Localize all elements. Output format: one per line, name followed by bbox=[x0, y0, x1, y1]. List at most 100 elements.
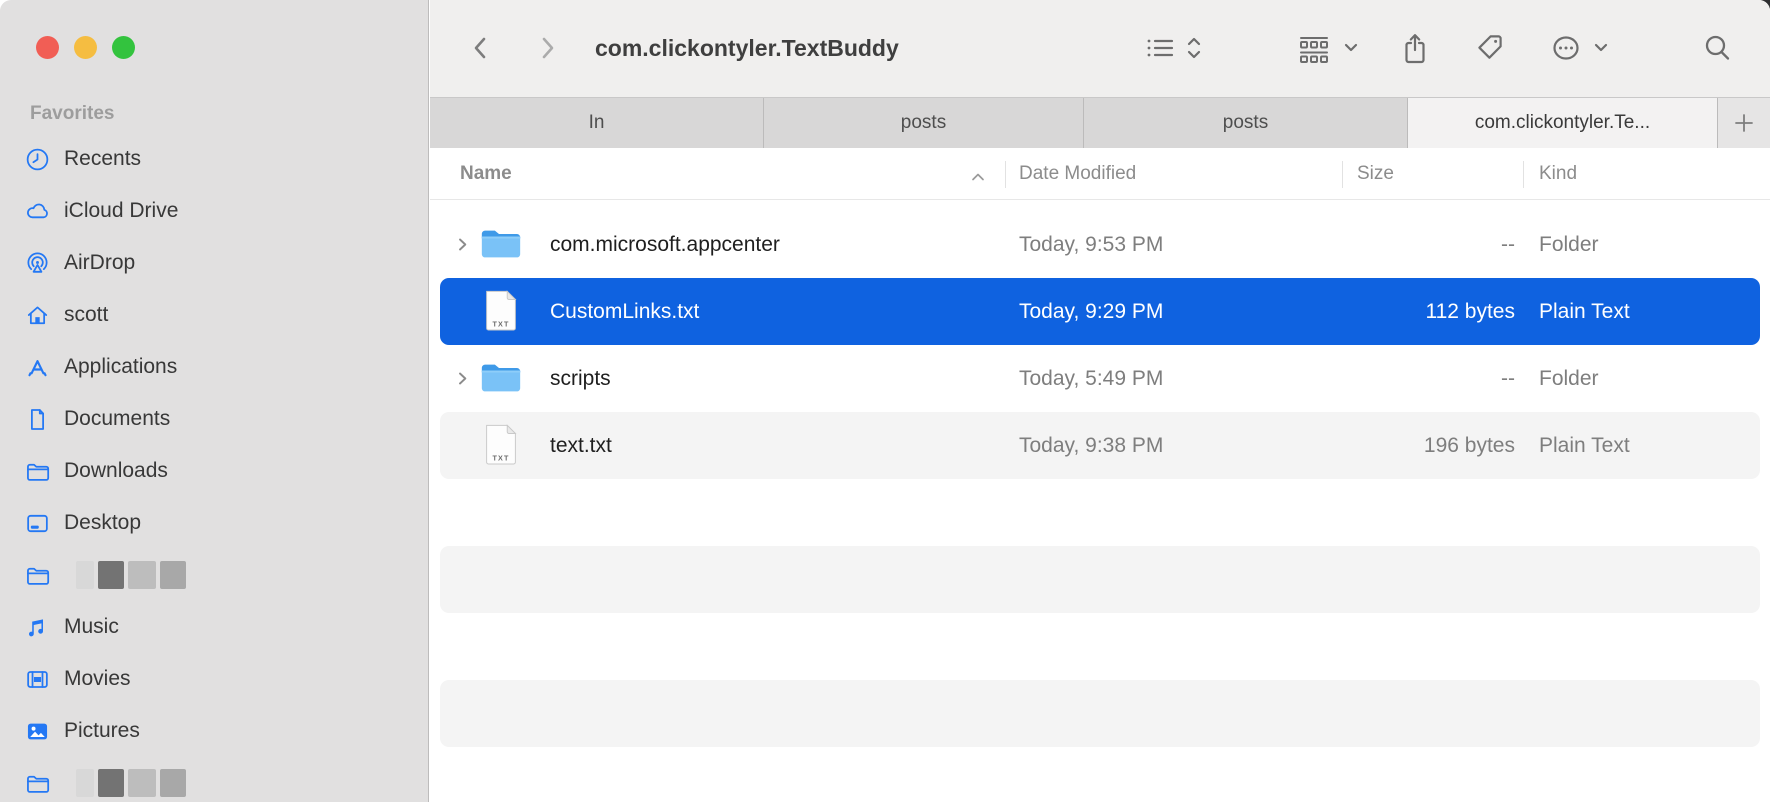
column-divider[interactable] bbox=[1005, 161, 1006, 188]
back-button[interactable] bbox=[464, 31, 498, 65]
column-size[interactable]: Size bbox=[1357, 148, 1394, 200]
minimize-button[interactable] bbox=[74, 36, 97, 59]
folder-outline-icon bbox=[22, 562, 52, 588]
close-button[interactable] bbox=[36, 36, 59, 59]
disclosure-chevron-icon[interactable] bbox=[454, 345, 472, 412]
folder-outline-icon bbox=[22, 458, 52, 484]
share-button[interactable] bbox=[1398, 31, 1432, 67]
column-name[interactable]: Name bbox=[460, 148, 512, 200]
sidebar-item-label: Recents bbox=[64, 147, 142, 170]
share-icon bbox=[1405, 34, 1425, 64]
sidebar-item[interactable]: Music bbox=[14, 601, 418, 653]
empty-row bbox=[440, 479, 1760, 546]
music-icon bbox=[22, 614, 52, 640]
tab-label: posts bbox=[900, 112, 947, 133]
group-by-button[interactable] bbox=[1294, 31, 1360, 65]
tab-bar: In posts posts com.clickontyler.Te... bbox=[430, 97, 1770, 148]
file-name: text.txt bbox=[550, 434, 612, 457]
sidebar-item[interactable]: Movies bbox=[14, 653, 418, 705]
column-kind[interactable]: Kind bbox=[1539, 148, 1577, 200]
back-icon bbox=[474, 37, 486, 59]
tab[interactable]: posts bbox=[1084, 98, 1408, 148]
tags-icon bbox=[1478, 35, 1502, 59]
toolbar: com.clickontyler.TextBuddy bbox=[430, 0, 1770, 97]
sidebar-item[interactable]: Documents bbox=[14, 393, 418, 445]
sidebar-item[interactable]: AirDrop bbox=[14, 237, 418, 289]
file-date-modified: Today, 9:29 PM bbox=[1019, 300, 1164, 323]
svg-text:TXT: TXT bbox=[493, 320, 510, 328]
empty-row bbox=[440, 613, 1760, 680]
sidebar-item[interactable]: Pictures bbox=[14, 705, 418, 757]
tab-label: com.clickontyler.Te... bbox=[1474, 112, 1651, 133]
empty-row bbox=[440, 747, 1760, 802]
clock-icon bbox=[22, 146, 52, 172]
view-list-button[interactable] bbox=[1142, 31, 1204, 65]
sidebar: Favorites Recents iCloud Drive AirDrop s… bbox=[0, 0, 429, 802]
search-button[interactable] bbox=[1702, 31, 1734, 65]
table-row[interactable]: com.microsoft.appcenter Today, 9:53 PM -… bbox=[440, 211, 1760, 278]
forward-button[interactable] bbox=[530, 31, 564, 65]
sidebar-item[interactable] bbox=[14, 757, 418, 802]
empty-row bbox=[440, 546, 1760, 613]
tags-button[interactable] bbox=[1473, 31, 1507, 67]
home-icon bbox=[22, 302, 52, 328]
group-by-icon bbox=[1300, 37, 1328, 63]
tab-label: posts bbox=[1222, 112, 1269, 133]
sidebar-item-label: iCloud Drive bbox=[64, 199, 179, 222]
text-file-icon: TXT bbox=[478, 422, 524, 468]
cloud-icon bbox=[22, 198, 52, 224]
column-divider[interactable] bbox=[1342, 161, 1343, 188]
more-actions-icon bbox=[1553, 36, 1579, 60]
sort-ascending-icon bbox=[970, 167, 986, 189]
column-date-modified[interactable]: Date Modified bbox=[1019, 148, 1136, 200]
sidebar-item[interactable] bbox=[14, 549, 418, 601]
file-kind: Folder bbox=[1539, 233, 1599, 256]
tab[interactable]: In bbox=[430, 98, 764, 148]
plus-icon bbox=[1735, 114, 1753, 132]
redacted-label bbox=[76, 561, 186, 589]
table-row[interactable]: TXT CustomLinks.txt Today, 9:29 PM 112 b… bbox=[440, 278, 1760, 345]
film-icon bbox=[22, 666, 52, 692]
file-size: -- bbox=[1501, 367, 1515, 390]
sidebar-section-title: Favorites bbox=[30, 103, 115, 124]
main-area: com.clickontyler.TextBuddy In posts post… bbox=[430, 0, 1770, 802]
table-row[interactable]: TXT text.txt Today, 9:38 PM 196 bytes Pl… bbox=[440, 412, 1760, 479]
text-file-icon: TXT bbox=[478, 288, 524, 334]
folder-icon bbox=[478, 355, 524, 401]
chevron-down-icon bbox=[1594, 43, 1608, 52]
sidebar-item-label: Applications bbox=[64, 355, 178, 378]
file-list-area: com.microsoft.appcenter Today, 9:53 PM -… bbox=[430, 201, 1770, 802]
zoom-button[interactable] bbox=[112, 36, 135, 59]
file-list: com.microsoft.appcenter Today, 9:53 PM -… bbox=[440, 211, 1760, 479]
sidebar-item-label: AirDrop bbox=[64, 251, 136, 274]
appstore-icon bbox=[22, 354, 52, 380]
sidebar-item[interactable]: Applications bbox=[14, 341, 418, 393]
document-icon bbox=[22, 406, 52, 432]
file-kind: Plain Text bbox=[1539, 434, 1630, 457]
file-size: 112 bytes bbox=[1425, 300, 1515, 323]
disclosure-chevron-icon[interactable] bbox=[454, 211, 472, 278]
new-tab-button[interactable] bbox=[1718, 98, 1770, 148]
file-date-modified: Today, 9:53 PM bbox=[1019, 233, 1164, 256]
empty-row bbox=[440, 680, 1760, 747]
sidebar-item-label: Movies bbox=[64, 667, 131, 690]
chevron-down-icon bbox=[1344, 43, 1358, 52]
table-row[interactable]: scripts Today, 5:49 PM -- Folder bbox=[440, 345, 1760, 412]
sidebar-item[interactable]: iCloud Drive bbox=[14, 185, 418, 237]
tab[interactable]: posts bbox=[764, 98, 1084, 148]
file-name: com.microsoft.appcenter bbox=[550, 233, 780, 256]
sidebar-items: Recents iCloud Drive AirDrop scott Appli… bbox=[14, 133, 418, 802]
window-title: com.clickontyler.TextBuddy bbox=[595, 35, 899, 61]
sidebar-item[interactable]: Desktop bbox=[14, 497, 418, 549]
file-size: 196 bytes bbox=[1423, 434, 1515, 457]
tab[interactable]: com.clickontyler.Te... bbox=[1408, 98, 1718, 148]
file-kind: Plain Text bbox=[1539, 300, 1630, 323]
file-name: CustomLinks.txt bbox=[550, 300, 700, 323]
column-divider[interactable] bbox=[1523, 161, 1524, 188]
sidebar-item-label: Desktop bbox=[64, 511, 142, 534]
sidebar-item[interactable]: Downloads bbox=[14, 445, 418, 497]
sidebar-item[interactable]: Recents bbox=[14, 133, 418, 185]
desktop-icon bbox=[22, 510, 52, 536]
sidebar-item[interactable]: scott bbox=[14, 289, 418, 341]
more-actions-button[interactable] bbox=[1548, 31, 1610, 65]
